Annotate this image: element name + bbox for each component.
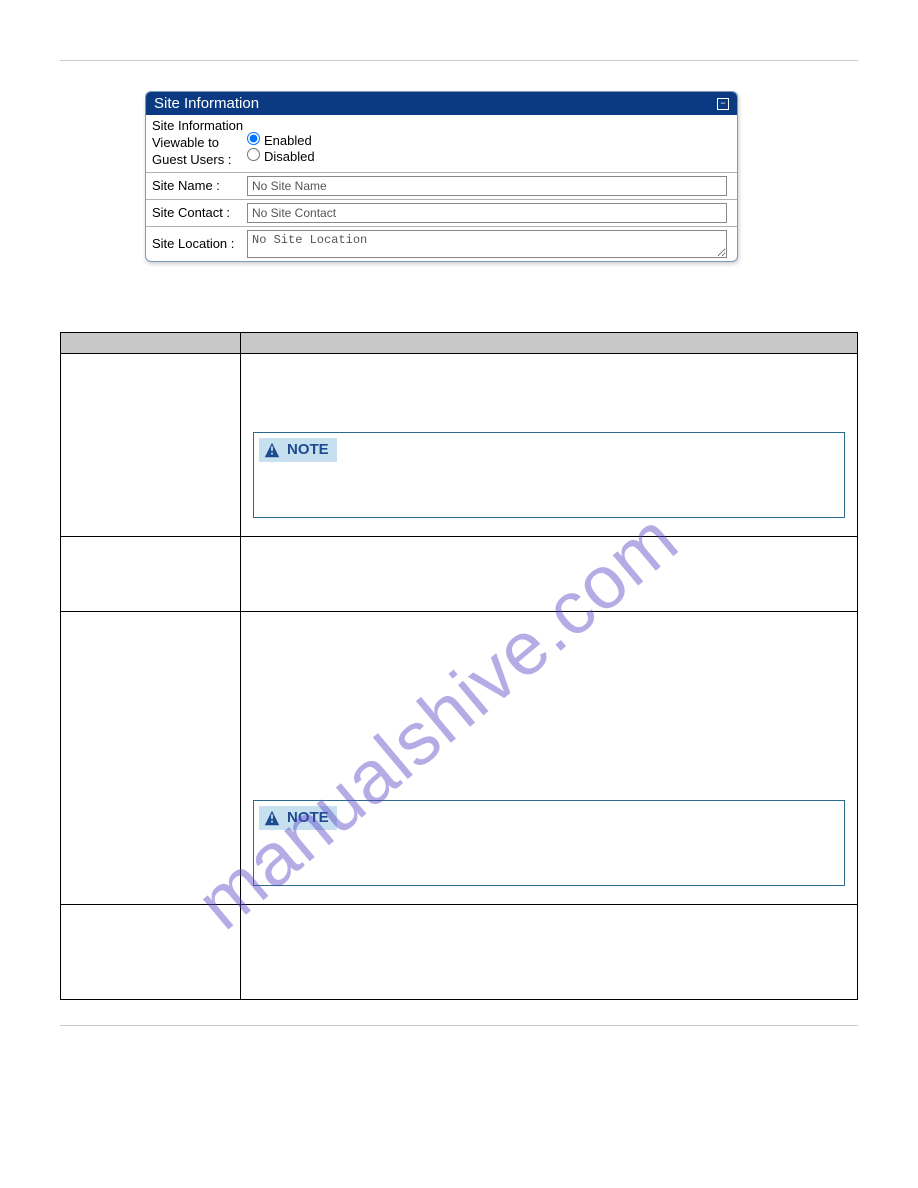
panel-title: Site Information (154, 95, 259, 112)
radio-disabled-wrap[interactable]: Disabled (247, 149, 315, 164)
cell-1-1 (61, 353, 241, 536)
viewable-radio-group: Enabled Disabled (247, 118, 330, 164)
rule-bottom (60, 1025, 858, 1026)
site-name-input[interactable] (247, 176, 727, 196)
site-contact-input[interactable] (247, 203, 727, 223)
collapse-icon[interactable]: − (717, 98, 729, 110)
note-content (254, 462, 844, 517)
site-location-input[interactable]: No Site Location (247, 230, 727, 258)
note-box: NOTE (253, 800, 845, 886)
note-icon (263, 441, 281, 459)
note-label: NOTE (287, 441, 329, 458)
radio-enabled-wrap[interactable]: Enabled (247, 133, 312, 148)
cell-1-2: NOTE (241, 353, 858, 536)
viewable-label: Site Information Viewable to Guest Users… (152, 118, 247, 169)
site-contact-label: Site Contact : (152, 205, 247, 220)
cell-4-2 (241, 904, 858, 999)
panel-body: Site Information Viewable to Guest Users… (146, 115, 737, 261)
site-location-label: Site Location : (152, 230, 247, 251)
cell-2-2 (241, 536, 858, 611)
panel-header: Site Information − (146, 92, 737, 115)
site-name-label: Site Name : (152, 178, 247, 193)
radio-enabled-label: Enabled (264, 133, 312, 148)
cell-3-1 (61, 611, 241, 904)
table-row (61, 536, 858, 611)
note-content (254, 830, 844, 885)
cell-4-1 (61, 904, 241, 999)
radio-disabled[interactable] (247, 148, 260, 161)
note-box: NOTE (253, 432, 845, 518)
cell-2-1 (61, 536, 241, 611)
note-header: NOTE (259, 806, 337, 830)
note-icon (263, 809, 281, 827)
cell-3-2: NOTE (241, 611, 858, 904)
col-header-2 (241, 332, 858, 353)
table-row (61, 904, 858, 999)
rule-top (60, 60, 858, 61)
table-row: NOTE (61, 353, 858, 536)
radio-disabled-label: Disabled (264, 149, 315, 164)
note-label: NOTE (287, 809, 329, 826)
table-row: NOTE (61, 611, 858, 904)
site-info-panel: Site Information − Site Information View… (145, 91, 738, 262)
info-table: NOTE NOTE (60, 332, 858, 1000)
note-header: NOTE (259, 438, 337, 462)
radio-enabled[interactable] (247, 132, 260, 145)
col-header-1 (61, 332, 241, 353)
